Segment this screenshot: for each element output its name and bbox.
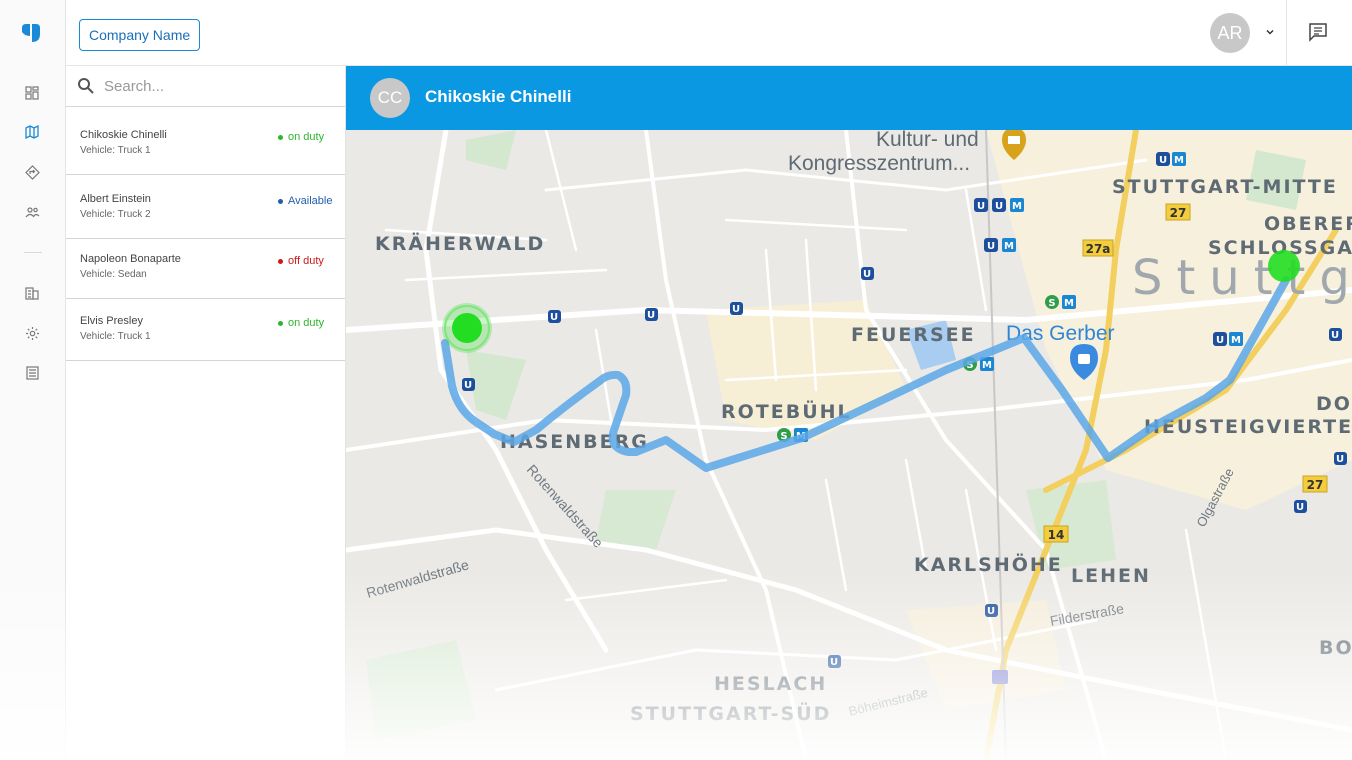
- driver-name: Chikoskie Chinelli: [80, 129, 167, 141]
- svg-text:M: M: [1064, 298, 1074, 309]
- svg-text:U: U: [464, 380, 472, 391]
- map-label: Kongresszentrum...: [788, 152, 970, 175]
- driver-name: Napoleon Bonaparte: [80, 253, 181, 265]
- svg-text:M: M: [1174, 155, 1184, 166]
- map-label: FEUERSEE: [851, 324, 976, 346]
- driver-vehicle: Vehicle: Truck 1: [80, 145, 151, 156]
- people-icon[interactable]: [24, 204, 40, 220]
- svg-text:U: U: [987, 606, 995, 617]
- svg-text:U: U: [830, 657, 838, 668]
- status-badge: on duty: [278, 317, 324, 329]
- map-label: HEUSTEIGVIERTEL: [1144, 416, 1352, 438]
- map-label: KRÄHERWALD: [375, 231, 545, 255]
- map-label: KARLSHÖHE: [914, 552, 1063, 576]
- search-icon: [78, 78, 94, 94]
- driver-list-item[interactable]: Napoleon Bonaparte Vehicle: Sedan off du…: [66, 239, 345, 299]
- map-label: STUTTGART-MITTE: [1112, 176, 1338, 198]
- start-marker[interactable]: [452, 313, 482, 343]
- map-label: LEHEN: [1071, 565, 1151, 587]
- driver-panel: Chikoskie Chinelli Vehicle: Truck 1 on d…: [66, 66, 346, 760]
- status-dot: [278, 320, 283, 326]
- map-label: DO: [1316, 393, 1352, 415]
- dashboard-icon[interactable]: [24, 85, 40, 101]
- svg-text:M: M: [1231, 335, 1241, 346]
- topbar-divider: [1286, 0, 1287, 66]
- search-input[interactable]: [104, 74, 334, 98]
- svg-text:M: M: [982, 360, 992, 371]
- svg-text:U: U: [995, 201, 1003, 212]
- status-label: off duty: [288, 255, 324, 267]
- road-shield-label: 14: [1048, 528, 1065, 542]
- sidebar-rail: [0, 0, 66, 760]
- svg-text:U: U: [732, 304, 740, 315]
- map-label: STUTTGART-SÜD: [630, 701, 831, 725]
- directions-icon[interactable]: [24, 164, 40, 180]
- building-marker-icon: [992, 670, 1008, 684]
- svg-text:U: U: [1296, 502, 1304, 513]
- status-badge: off duty: [278, 255, 324, 267]
- svg-text:U: U: [1216, 335, 1224, 346]
- rail-divider: [24, 252, 42, 253]
- status-dot: [278, 258, 283, 264]
- status-badge: Available: [278, 195, 332, 207]
- search-bar: [66, 66, 345, 107]
- selected-driver-name: Chikoskie Chinelli: [425, 87, 572, 106]
- driver-list-item[interactable]: Albert Einstein Vehicle: Truck 2 Availab…: [66, 175, 345, 239]
- svg-text:U: U: [987, 241, 995, 252]
- svg-text:U: U: [550, 312, 558, 323]
- settings-icon[interactable]: [24, 325, 40, 341]
- road-shield-label: 27a: [1086, 242, 1111, 256]
- driver-avatar: CC: [370, 78, 410, 118]
- list-icon[interactable]: [24, 365, 40, 381]
- svg-text:U: U: [1331, 330, 1339, 341]
- driver-list-item[interactable]: Chikoskie Chinelli Vehicle: Truck 1 on d…: [66, 107, 345, 175]
- driver-name: Elvis Presley: [80, 315, 143, 327]
- status-label: on duty: [288, 317, 325, 329]
- driver-vehicle: Vehicle: Sedan: [80, 269, 147, 280]
- driver-vehicle: Vehicle: Truck 2: [80, 209, 151, 220]
- app-logo[interactable]: [20, 22, 42, 44]
- message-icon[interactable]: [1307, 21, 1329, 43]
- vehicle-marker[interactable]: [1268, 250, 1300, 282]
- map-label: Kultur- und: [876, 130, 979, 151]
- driver-list-item[interactable]: Elvis Presley Vehicle: Truck 1 on duty: [66, 299, 345, 361]
- building-icon[interactable]: [24, 285, 40, 301]
- status-label: Available: [288, 195, 333, 207]
- road-shield-label: 27: [1307, 478, 1324, 492]
- map-header: CC Chikoskie Chinelli: [346, 66, 1352, 130]
- chevron-down-icon[interactable]: [1264, 26, 1276, 38]
- svg-text:U: U: [647, 310, 655, 321]
- svg-text:U: U: [977, 201, 985, 212]
- top-bar: Company Name AR: [66, 0, 1352, 66]
- map-view[interactable]: CC Chikoskie Chinelli 27 27a 27 14 U M U…: [346, 66, 1352, 760]
- road-shield-label: 27: [1170, 206, 1187, 220]
- map-label: OBERER: [1264, 213, 1352, 235]
- map-label: BO: [1319, 637, 1352, 659]
- svg-text:U: U: [1159, 155, 1167, 166]
- map-icon[interactable]: [24, 124, 40, 140]
- svg-text:S: S: [1048, 298, 1055, 309]
- status-dot: [278, 198, 283, 204]
- status-dot: [278, 134, 283, 140]
- svg-text:M: M: [1004, 241, 1014, 252]
- svg-text:M: M: [1012, 201, 1022, 212]
- driver-vehicle: Vehicle: Truck 1: [80, 331, 151, 342]
- map-canvas[interactable]: 27 27a 27 14 U M U U M U M U S M U U U S…: [346, 130, 1352, 760]
- company-name-button[interactable]: Company Name: [79, 19, 201, 51]
- map-label: HESLACH: [714, 673, 827, 695]
- user-avatar[interactable]: AR: [1210, 13, 1250, 53]
- map-label: Stuttga: [1132, 250, 1352, 306]
- status-label: on duty: [288, 131, 325, 143]
- driver-name: Albert Einstein: [80, 193, 151, 205]
- svg-text:U: U: [1336, 454, 1344, 465]
- status-badge: on duty: [278, 131, 324, 143]
- svg-text:U: U: [863, 269, 871, 280]
